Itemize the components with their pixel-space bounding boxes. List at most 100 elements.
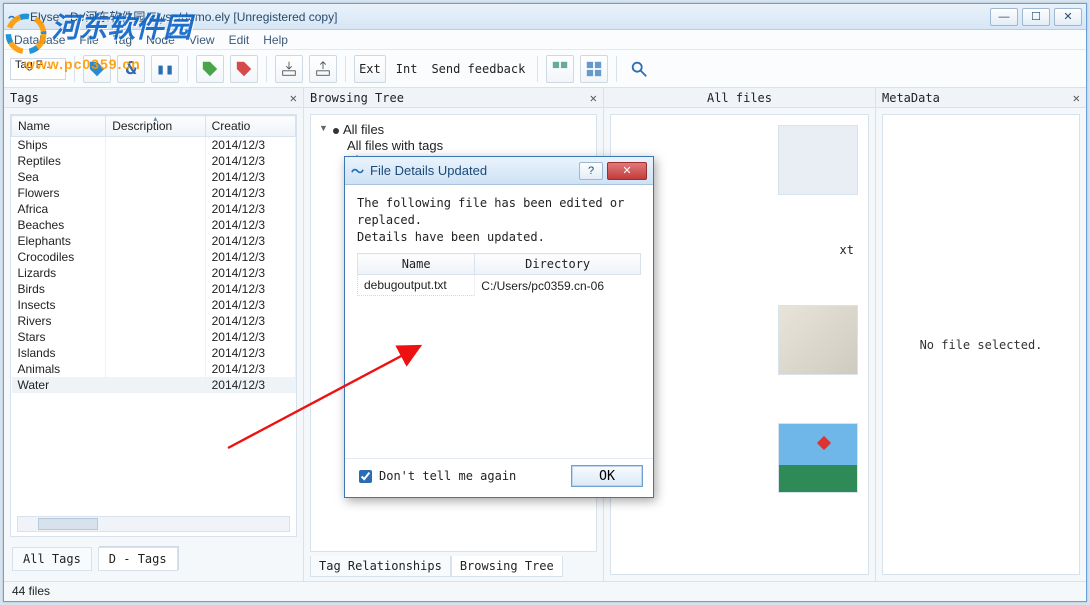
file-thumbnail[interactable] bbox=[778, 125, 858, 195]
cell-name: Islands bbox=[12, 345, 106, 361]
table-row[interactable]: Islands2014/12/3 bbox=[12, 345, 296, 361]
cell-desc bbox=[106, 345, 205, 361]
dialog-titlebar[interactable]: 〜 File Details Updated ? ✕ bbox=[345, 157, 653, 185]
dont-tell-input[interactable] bbox=[359, 470, 372, 483]
table-row[interactable]: Lizards2014/12/3 bbox=[12, 265, 296, 281]
tool-tag-green-button[interactable] bbox=[196, 55, 224, 83]
tags-pane-close-icon[interactable]: ✕ bbox=[290, 91, 297, 105]
tool-ampersand-button[interactable]: & bbox=[117, 55, 145, 83]
cell-date: 2014/12/3 bbox=[205, 281, 295, 297]
metadata-pane-close-icon[interactable]: ✕ bbox=[1073, 91, 1080, 105]
scrollbar-thumb[interactable] bbox=[38, 518, 98, 530]
dialog-icon: 〜 bbox=[351, 161, 364, 180]
cell-name: Lizards bbox=[12, 265, 106, 281]
tool-send-feedback-button[interactable]: Send feedback bbox=[427, 55, 529, 83]
tags-table[interactable]: Name ▴Description Creatio Ships2014/12/3… bbox=[11, 115, 296, 393]
menu-node[interactable]: Node bbox=[146, 33, 175, 47]
close-button[interactable]: ✕ bbox=[1054, 8, 1082, 26]
dialog-close-button[interactable]: ✕ bbox=[607, 162, 647, 180]
dialog-col-name[interactable]: Name bbox=[358, 254, 475, 275]
cell-desc bbox=[106, 265, 205, 281]
tree-pane-close-icon[interactable]: ✕ bbox=[590, 91, 597, 105]
cell-date: 2014/12/3 bbox=[205, 217, 295, 233]
cell-name: Beaches bbox=[12, 217, 106, 233]
tool-view1-button[interactable] bbox=[546, 55, 574, 83]
menu-tag[interactable]: Tag bbox=[113, 33, 132, 47]
cell-name: Stars bbox=[12, 329, 106, 345]
dialog-cell-dir: C:/Users/pc0359.cn-06 bbox=[475, 275, 641, 296]
tool-pause-button[interactable]: ▮▮ bbox=[151, 55, 179, 83]
sort-asc-icon: ▴ bbox=[153, 114, 157, 123]
table-row[interactable]: Sea2014/12/3 bbox=[12, 169, 296, 185]
cell-name: Africa bbox=[12, 201, 106, 217]
cell-desc bbox=[106, 217, 205, 233]
cell-desc bbox=[106, 153, 205, 169]
titlebar[interactable]: 〜 Elyse - D:/河东软件园/Elyse/demo.ely [Unreg… bbox=[4, 4, 1086, 30]
table-row[interactable]: Beaches 2014/12/3 bbox=[12, 217, 296, 233]
tree-node[interactable]: All files with tags bbox=[319, 138, 588, 153]
minimize-button[interactable]: — bbox=[990, 8, 1018, 26]
tool-int-button[interactable]: Int bbox=[392, 55, 422, 83]
file-details-dialog: 〜 File Details Updated ? ✕ The following… bbox=[344, 156, 654, 498]
tree-node-all-files[interactable]: All files bbox=[319, 121, 588, 138]
cell-name: Insects bbox=[12, 297, 106, 313]
dialog-file-table: Name Directory debugoutput.txt C:/Users/… bbox=[357, 253, 641, 296]
table-row[interactable]: Rivers2014/12/3 bbox=[12, 313, 296, 329]
table-row[interactable]: Reptiles2014/12/3 bbox=[12, 153, 296, 169]
table-row[interactable]: Crocodiles2014/12/3 bbox=[12, 249, 296, 265]
tags-col-description[interactable]: ▴Description bbox=[106, 116, 205, 137]
file-thumbnail[interactable] bbox=[778, 305, 858, 375]
tags-col-creation[interactable]: Creatio bbox=[205, 116, 295, 137]
menu-help[interactable]: Help bbox=[263, 33, 288, 47]
tool-search-button[interactable] bbox=[625, 55, 653, 83]
table-row[interactable]: Birds 2014/12/3 bbox=[12, 281, 296, 297]
tool-import-button[interactable] bbox=[275, 55, 303, 83]
dialog-row[interactable]: debugoutput.txt C:/Users/pc0359.cn-06 bbox=[358, 275, 641, 296]
tool-tag-red-button[interactable] bbox=[230, 55, 258, 83]
tool-ext-button[interactable]: Ext bbox=[354, 55, 386, 83]
cell-desc bbox=[106, 233, 205, 249]
file-thumbnail[interactable] bbox=[778, 423, 858, 493]
menu-file[interactable]: File bbox=[79, 33, 98, 47]
metadata-pane-title: MetaData bbox=[882, 91, 940, 105]
tags-col-name[interactable]: Name bbox=[12, 116, 106, 137]
cell-desc bbox=[106, 249, 205, 265]
table-row[interactable]: Animals2014/12/3 bbox=[12, 361, 296, 377]
cell-date: 2014/12/3 bbox=[205, 153, 295, 169]
table-row[interactable]: Africa2014/12/3 bbox=[12, 201, 296, 217]
tree-pane-title: Browsing Tree bbox=[310, 91, 404, 105]
menu-view[interactable]: View bbox=[189, 33, 215, 47]
tags-hscrollbar[interactable] bbox=[17, 516, 290, 532]
cell-desc bbox=[106, 329, 205, 345]
table-row[interactable]: Water2014/12/3 bbox=[12, 377, 296, 393]
table-row[interactable]: Flowers2014/12/3 bbox=[12, 185, 296, 201]
tool-tag-blue-button[interactable] bbox=[83, 55, 111, 83]
tab-d-tags[interactable]: D - Tags bbox=[98, 547, 178, 571]
table-row[interactable]: Elephants2014/12/3 bbox=[12, 233, 296, 249]
dialog-help-button[interactable]: ? bbox=[579, 162, 603, 180]
tab-browsing-tree[interactable]: Browsing Tree bbox=[451, 556, 563, 577]
menu-database[interactable]: Database bbox=[14, 33, 65, 47]
tool-export-button[interactable] bbox=[309, 55, 337, 83]
dialog-message-line1: The following file has been edited or re… bbox=[357, 195, 641, 229]
maximize-button[interactable]: ☐ bbox=[1022, 8, 1050, 26]
tool-view2-button[interactable] bbox=[580, 55, 608, 83]
metadata-pane: MetaData ✕ No file selected. bbox=[876, 88, 1086, 581]
tag-filter-box[interactable]: Tag F… bbox=[10, 58, 66, 80]
table-row[interactable]: Stars2014/12/3 bbox=[12, 329, 296, 345]
menubar: Database File Tag Node View Edit Help bbox=[4, 30, 1086, 50]
files-pane-title: All files bbox=[707, 89, 772, 107]
table-row[interactable]: Ships2014/12/3 bbox=[12, 137, 296, 154]
cell-date: 2014/12/3 bbox=[205, 137, 295, 154]
cell-desc bbox=[106, 201, 205, 217]
ok-button[interactable]: OK bbox=[571, 465, 643, 487]
table-row[interactable]: Insects2014/12/3 bbox=[12, 297, 296, 313]
cell-date: 2014/12/3 bbox=[205, 377, 295, 393]
menu-edit[interactable]: Edit bbox=[229, 33, 250, 47]
tab-tag-relationships[interactable]: Tag Relationships bbox=[310, 556, 451, 577]
toolbar-sep bbox=[616, 56, 617, 82]
tab-all-tags[interactable]: All Tags bbox=[12, 547, 92, 571]
dont-tell-checkbox[interactable]: Don't tell me again bbox=[355, 467, 516, 486]
dialog-col-directory[interactable]: Directory bbox=[475, 254, 641, 275]
cell-name: Birds bbox=[12, 281, 106, 297]
